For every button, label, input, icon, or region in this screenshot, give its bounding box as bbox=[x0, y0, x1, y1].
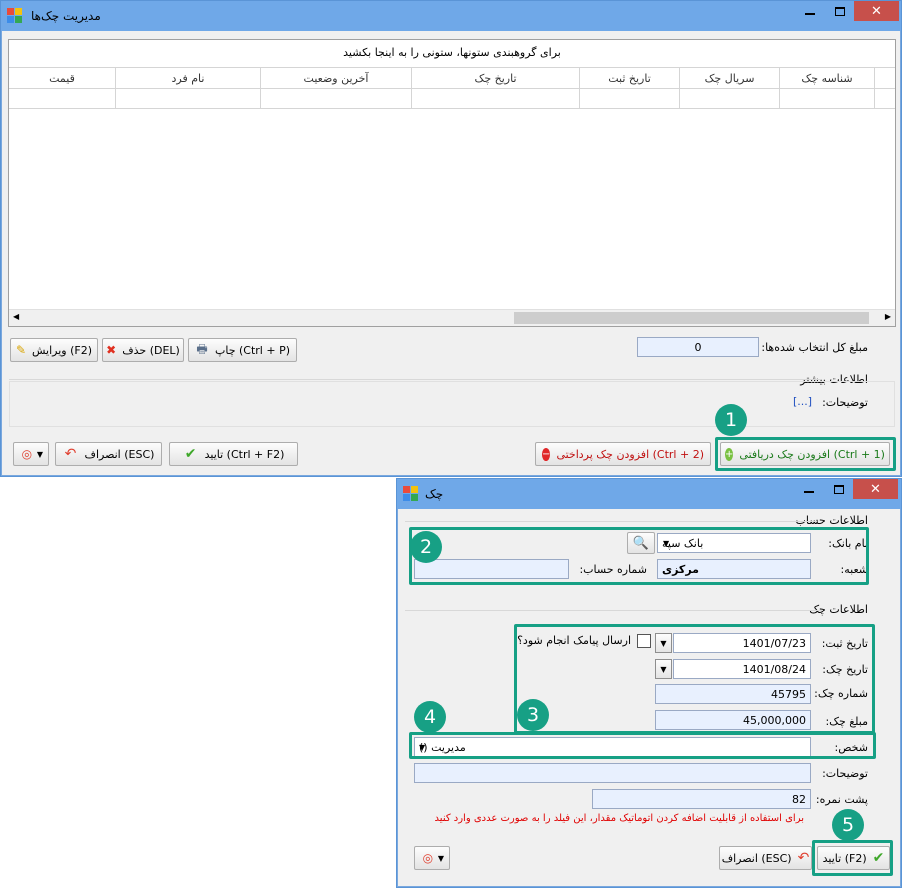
total-selected-field[interactable]: 0 bbox=[637, 337, 759, 357]
scroll-thumb[interactable] bbox=[514, 312, 869, 324]
highlight-box-4 bbox=[409, 732, 876, 759]
back-number-field[interactable]: 82 bbox=[592, 789, 811, 809]
minimize-button[interactable] bbox=[796, 1, 824, 21]
app-icon bbox=[7, 8, 23, 24]
cheque-cancel-button[interactable]: انصراف (ESC) ↶ bbox=[719, 846, 812, 870]
lifebuoy-icon: ◎ bbox=[21, 447, 33, 461]
confirm-button[interactable]: ✔ تایید (Ctrl + F2) bbox=[169, 442, 298, 466]
group-by-hint[interactable]: برای گروهبندی ستونها، ستونی را به اینجا … bbox=[9, 46, 895, 59]
total-selected-label: مبلغ کل انتخاب شده‌ها: bbox=[761, 341, 868, 354]
minus-circle-icon: − bbox=[542, 447, 551, 461]
scroll-right-icon[interactable]: ▶ bbox=[885, 312, 891, 321]
back-number-label: پشت نمره: bbox=[815, 793, 868, 806]
settings-button[interactable]: ◎ ▼ bbox=[13, 442, 49, 466]
highlight-box-5 bbox=[812, 840, 893, 876]
pencil-icon: ✎ bbox=[15, 343, 27, 357]
column-header-serial[interactable]: سریال چک bbox=[680, 68, 780, 89]
main-titlebar: مدیریت چک‌ها ✕ bbox=[1, 1, 901, 31]
undo-arrow-icon: ↶ bbox=[797, 850, 810, 866]
main-title: مدیریت چک‌ها bbox=[31, 9, 101, 23]
description-label: توضیحات: bbox=[822, 396, 868, 409]
cheque-title: چک bbox=[425, 487, 444, 501]
cheque-minimize-button[interactable] bbox=[795, 479, 823, 499]
chevron-down-icon: ▼ bbox=[36, 449, 44, 459]
column-header-price[interactable]: قیمت bbox=[9, 68, 116, 89]
more-info-panel bbox=[9, 381, 895, 427]
cheque-window: چک ✕ اطلاعات حساب نام بانک: بانک سپه ▼ 🔍… bbox=[396, 478, 902, 888]
printer-icon: 🖶 bbox=[196, 341, 208, 356]
cheque-close-button[interactable]: ✕ bbox=[853, 479, 898, 499]
cheque-titlebar: چک ✕ bbox=[397, 479, 901, 509]
cheque-settings-button[interactable]: ◎ ▼ bbox=[414, 846, 450, 870]
hint-text: برای استفاده از قابلیت اضافه کردن اتومات… bbox=[434, 813, 804, 824]
column-header-reg-date[interactable]: تاریخ ثبت bbox=[580, 68, 680, 89]
delete-button[interactable]: ✖ حذف (DEL) bbox=[102, 338, 184, 362]
main-window: مدیریت چک‌ها ✕ برای گروهبندی ستونها، ستو… bbox=[0, 0, 902, 477]
red-x-icon: ✖ bbox=[106, 343, 117, 357]
step-badge-5: 5 bbox=[832, 809, 864, 841]
table-row[interactable] bbox=[9, 89, 895, 109]
maximize-button[interactable] bbox=[826, 1, 854, 21]
column-header-id[interactable]: شناسه چک bbox=[780, 68, 875, 89]
scroll-left-icon[interactable]: ◀ bbox=[13, 312, 19, 321]
cheque-app-icon bbox=[403, 486, 419, 502]
step-badge-1: 1 bbox=[715, 404, 747, 436]
close-button[interactable]: ✕ bbox=[854, 1, 899, 21]
highlight-box-2 bbox=[409, 527, 869, 585]
grid-header: قیمت نام فرد آخرین وضعیت تاریخ چک تاریخ … bbox=[9, 67, 895, 89]
add-paid-cheque-button[interactable]: − افزودن چک پرداختی (Ctrl + 2) bbox=[535, 442, 711, 466]
column-header-cheque-date[interactable]: تاریخ چک bbox=[412, 68, 580, 89]
column-header-person[interactable]: نام فرد bbox=[116, 68, 261, 89]
chevron-down-icon: ▼ bbox=[437, 853, 445, 863]
print-button[interactable]: 🖶 چاپ (Ctrl + P) bbox=[188, 338, 297, 362]
horizontal-scrollbar[interactable]: ◀ ▶ bbox=[9, 309, 895, 326]
lifebuoy-icon: ◎ bbox=[422, 851, 434, 865]
description-link[interactable]: [...] bbox=[793, 395, 812, 408]
edit-button[interactable]: ✎ ویرایش (F2) bbox=[10, 338, 98, 362]
step-badge-4: 4 bbox=[414, 701, 446, 733]
highlight-box-3 bbox=[514, 624, 875, 734]
undo-arrow-icon: ↶ bbox=[64, 446, 77, 462]
step-badge-3: 3 bbox=[517, 699, 549, 731]
description-field[interactable] bbox=[414, 763, 811, 783]
column-header-status[interactable]: آخرین وضعیت bbox=[261, 68, 412, 89]
highlight-box-1 bbox=[715, 437, 896, 471]
cheque-maximize-button[interactable] bbox=[825, 479, 853, 499]
description-label-2: توضیحات: bbox=[822, 767, 868, 780]
checkmark-icon: ✔ bbox=[184, 446, 197, 462]
step-badge-2: 2 bbox=[410, 531, 442, 563]
cancel-button[interactable]: ↶ انصراف (ESC) bbox=[55, 442, 162, 466]
cheques-grid: برای گروهبندی ستونها، ستونی را به اینجا … bbox=[8, 39, 896, 327]
